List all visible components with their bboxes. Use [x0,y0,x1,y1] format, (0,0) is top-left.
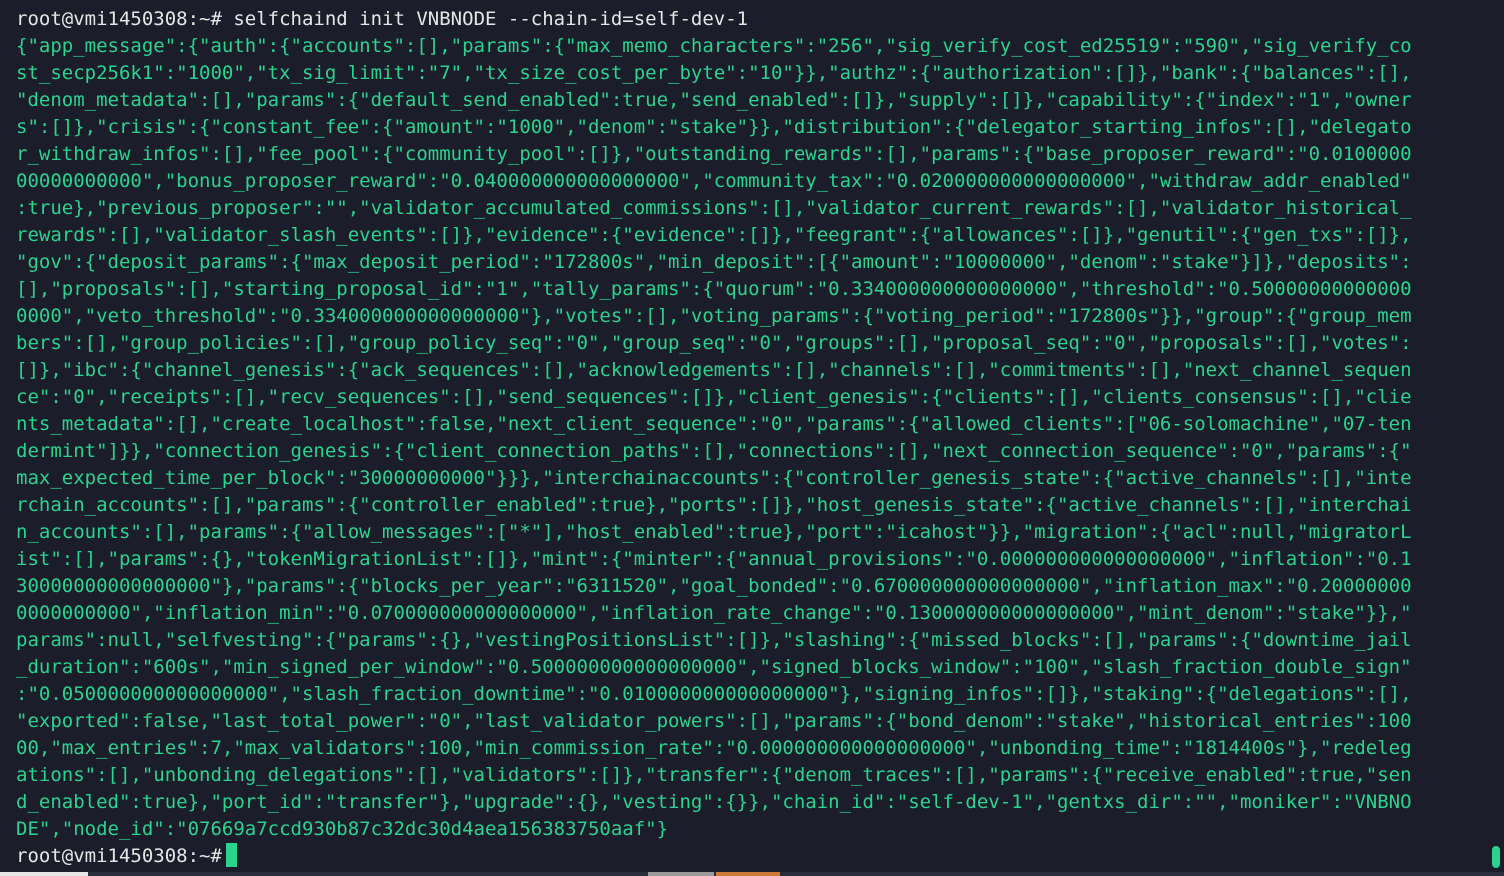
output-line: {"app_message":{"auth":{"accounts":[],"p… [16,35,1412,57]
output-line: r_withdraw_infos":[],"fee_pool":{"commun… [16,143,1412,165]
output-line: "denom_metadata":[],"params":{"default_s… [16,89,1412,111]
command-output: {"app_message":{"auth":{"accounts":[],"p… [16,33,1504,843]
output-line: 0000000000","inflation_min":"0.070000000… [16,602,1412,624]
output-line: max_expected_time_per_block":"3000000000… [16,467,1412,489]
output-line: st_secp256k1":"1000","tx_sig_limit":"7",… [16,62,1412,84]
output-line: ce":"0","receipts":[],"recv_sequences":[… [16,386,1412,408]
output-line: ations":[],"unbonding_delegations":[],"v… [16,764,1412,786]
status-bar-segment-2 [648,872,714,876]
output-line: n_accounts":[],"params":{"allow_messages… [16,521,1412,543]
output-line: "exported":false,"last_total_power":"0",… [16,710,1412,732]
output-line: bers":[],"group_policies":[],"group_poli… [16,332,1412,354]
output-line: 00000000000","bonus_proposer_reward":"0.… [16,170,1412,192]
status-bar-segment-1 [0,872,88,876]
output-line: [],"proposals":[],"starting_proposal_id"… [16,278,1412,300]
command-line: root@vmi1450308:~# selfchaind init VNBNO… [16,6,1504,33]
output-line: []},"ibc":{"channel_genesis":{"ack_seque… [16,359,1412,381]
output-line: s":[]},"crisis":{"constant_fee":{"amount… [16,116,1412,138]
status-bar-segment-3 [716,872,780,876]
output-line: dermint"]}},"connection_genesis":{"clien… [16,440,1412,462]
active-prompt-line[interactable]: root@vmi1450308:~# [16,843,1504,870]
shell-prompt: root@vmi1450308:~# [16,8,222,30]
output-line: 0000","veto_threshold":"0.33400000000000… [16,305,1412,327]
output-line: DE","node_id":"07669a7ccd930b87c32dc30d4… [16,818,669,840]
scrollbar-thumb[interactable] [1492,846,1500,868]
output-line: rchain_accounts":[],"params":{"controlle… [16,494,1412,516]
output-line: params":null,"selfvesting":{"params":{},… [16,629,1412,651]
output-line: ist":[],"params":{},"tokenMigrationList"… [16,548,1412,570]
output-line: _duration":"600s","min_signed_per_window… [16,656,1412,678]
shell-prompt-active: root@vmi1450308:~# [16,845,222,867]
output-line: 30000000000000000"},"params":{"blocks_pe… [16,575,1412,597]
terminal-window[interactable]: root@vmi1450308:~# selfchaind init VNBNO… [0,0,1504,876]
output-line: :true},"previous_proposer":"","validator… [16,197,1412,219]
output-line: :"0.050000000000000000","slash_fraction_… [16,683,1412,705]
output-line: rewards":[],"validator_slash_events":[]}… [16,224,1412,246]
text-cursor [225,843,237,867]
command-text: selfchaind init VNBNODE --chain-id=self-… [221,8,749,30]
output-line: 00,"max_entries":7,"max_validators":100,… [16,737,1412,759]
output-line: "gov":{"deposit_params":{"max_deposit_pe… [16,251,1412,273]
output-line: d_enabled":true},"port_id":"transfer"},"… [16,791,1412,813]
output-line: nts_metadata":[],"create_localhost":fals… [16,413,1412,435]
